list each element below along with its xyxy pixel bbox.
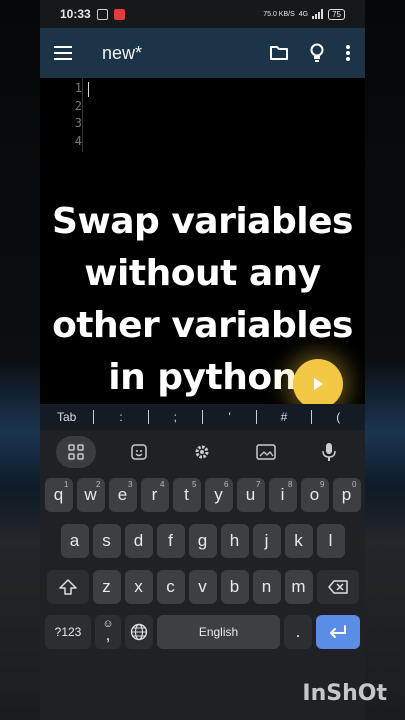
key-row-1: q1 w2 e3 r4 t5 y6 u7 i8 o9 p0 [40,478,365,512]
folder-icon[interactable] [269,44,289,62]
apps-grid-button[interactable] [55,436,96,468]
key-z[interactable]: z [92,570,121,604]
key-g[interactable]: g [188,524,217,558]
status-time: 10:33 [60,7,91,21]
play-icon [314,378,323,390]
extra-key-quote[interactable]: ' [203,410,258,424]
key-p[interactable]: p0 [332,478,361,512]
watermark: InShOt [302,681,387,706]
soft-keyboard: q1 w2 e3 r4 t5 y6 u7 i8 o9 p0 a s d f g … [40,430,365,720]
menu-icon[interactable] [54,46,72,60]
line-number: 2 [74,98,82,113]
key-t[interactable]: t5 [172,478,201,512]
extra-key-hash[interactable]: # [257,410,312,424]
settings-button[interactable] [182,436,222,468]
space-key[interactable]: English [157,615,280,649]
apps-grid-icon [67,444,84,460]
shift-key[interactable] [46,570,89,604]
lightbulb-icon[interactable] [309,43,325,63]
key-n[interactable]: n [252,570,281,604]
key-i[interactable]: i8 [268,478,297,512]
signal-icon [312,9,324,19]
key-b[interactable]: b [220,570,249,604]
caption-line: other variables [52,305,353,346]
key-o[interactable]: o9 [300,478,329,512]
backspace-icon [327,580,348,594]
phone-screen: 10:33 75.0 KB/S 4G 75 new* 1 2 3 4 Swap … [40,0,365,720]
recording-icon [113,8,125,20]
language-key[interactable] [125,615,153,649]
key-y[interactable]: y6 [204,478,233,512]
key-h[interactable]: h [220,524,249,558]
key-row-3: z x c v b n m [40,570,365,604]
extra-key-semicolon[interactable]: ; [149,410,203,424]
run-button[interactable] [293,359,343,409]
line-number-gutter: 1 2 3 4 [60,80,82,150]
code-editor[interactable]: 1 2 3 4 [40,78,365,158]
key-f[interactable]: f [156,524,185,558]
backspace-key[interactable] [316,570,359,604]
key-v[interactable]: v [188,570,217,604]
key-m[interactable]: m [284,570,313,604]
text-cursor [88,82,89,97]
key-w[interactable]: w2 [76,478,105,512]
more-vert-icon[interactable] [345,44,351,62]
line-number: 4 [74,133,82,148]
battery-level: 75 [328,8,345,20]
caption-line: Swap variables [52,201,353,242]
file-title: new* [102,42,143,63]
caption-line: without any [84,253,321,294]
image-icon [256,444,276,460]
key-row-2: a s d f g h j k l [40,524,365,558]
symbols-key[interactable]: ?123 [45,615,91,649]
key-q[interactable]: q1 [44,478,73,512]
line-number: 3 [74,116,82,130]
mic-icon [322,443,336,461]
enter-key[interactable] [316,615,360,649]
key-k[interactable]: k [284,524,313,558]
network-type: 4G [298,10,309,18]
sticker-button[interactable] [119,436,159,468]
shift-icon [58,579,77,595]
emoji-comma-key[interactable]: ☺ , [95,615,121,649]
key-s[interactable]: s [92,524,121,558]
status-right: 75.0 KB/S 4G 75 [263,8,345,20]
extra-key-paren[interactable]: ( [312,410,365,424]
period-key[interactable]: . [284,615,312,649]
key-l[interactable]: l [316,524,345,558]
key-d[interactable]: d [124,524,153,558]
image-button[interactable] [246,436,286,468]
network-speed: 75.0 KB/S [263,10,295,18]
gutter-divider [82,78,83,152]
line-number: 1 [74,81,82,95]
keyboard-toolbar [40,436,365,468]
key-a[interactable]: a [60,524,89,558]
notification-icon [96,8,108,20]
background-left-blur [0,0,40,720]
key-row-4: ?123 ☺ , English . [40,615,365,649]
enter-icon [330,625,346,638]
gear-icon [195,445,209,459]
key-c[interactable]: c [156,570,185,604]
extra-key-tab[interactable]: Tab [40,410,95,424]
sticker-icon [131,444,147,460]
key-x[interactable]: x [124,570,153,604]
status-bar: 10:33 75.0 KB/S 4G 75 [40,0,365,28]
app-bar: new* [40,28,365,78]
voice-button[interactable] [309,436,349,468]
key-u[interactable]: u7 [236,478,265,512]
key-r[interactable]: r4 [140,478,169,512]
background-right-blur [365,0,405,720]
extra-key-colon[interactable]: : [94,410,149,424]
comma-label: , [105,625,111,644]
key-j[interactable]: j [252,524,281,558]
key-e[interactable]: e3 [108,478,137,512]
globe-icon [130,623,148,641]
extra-keys-bar: Tab : ; ' # ( [40,404,365,430]
